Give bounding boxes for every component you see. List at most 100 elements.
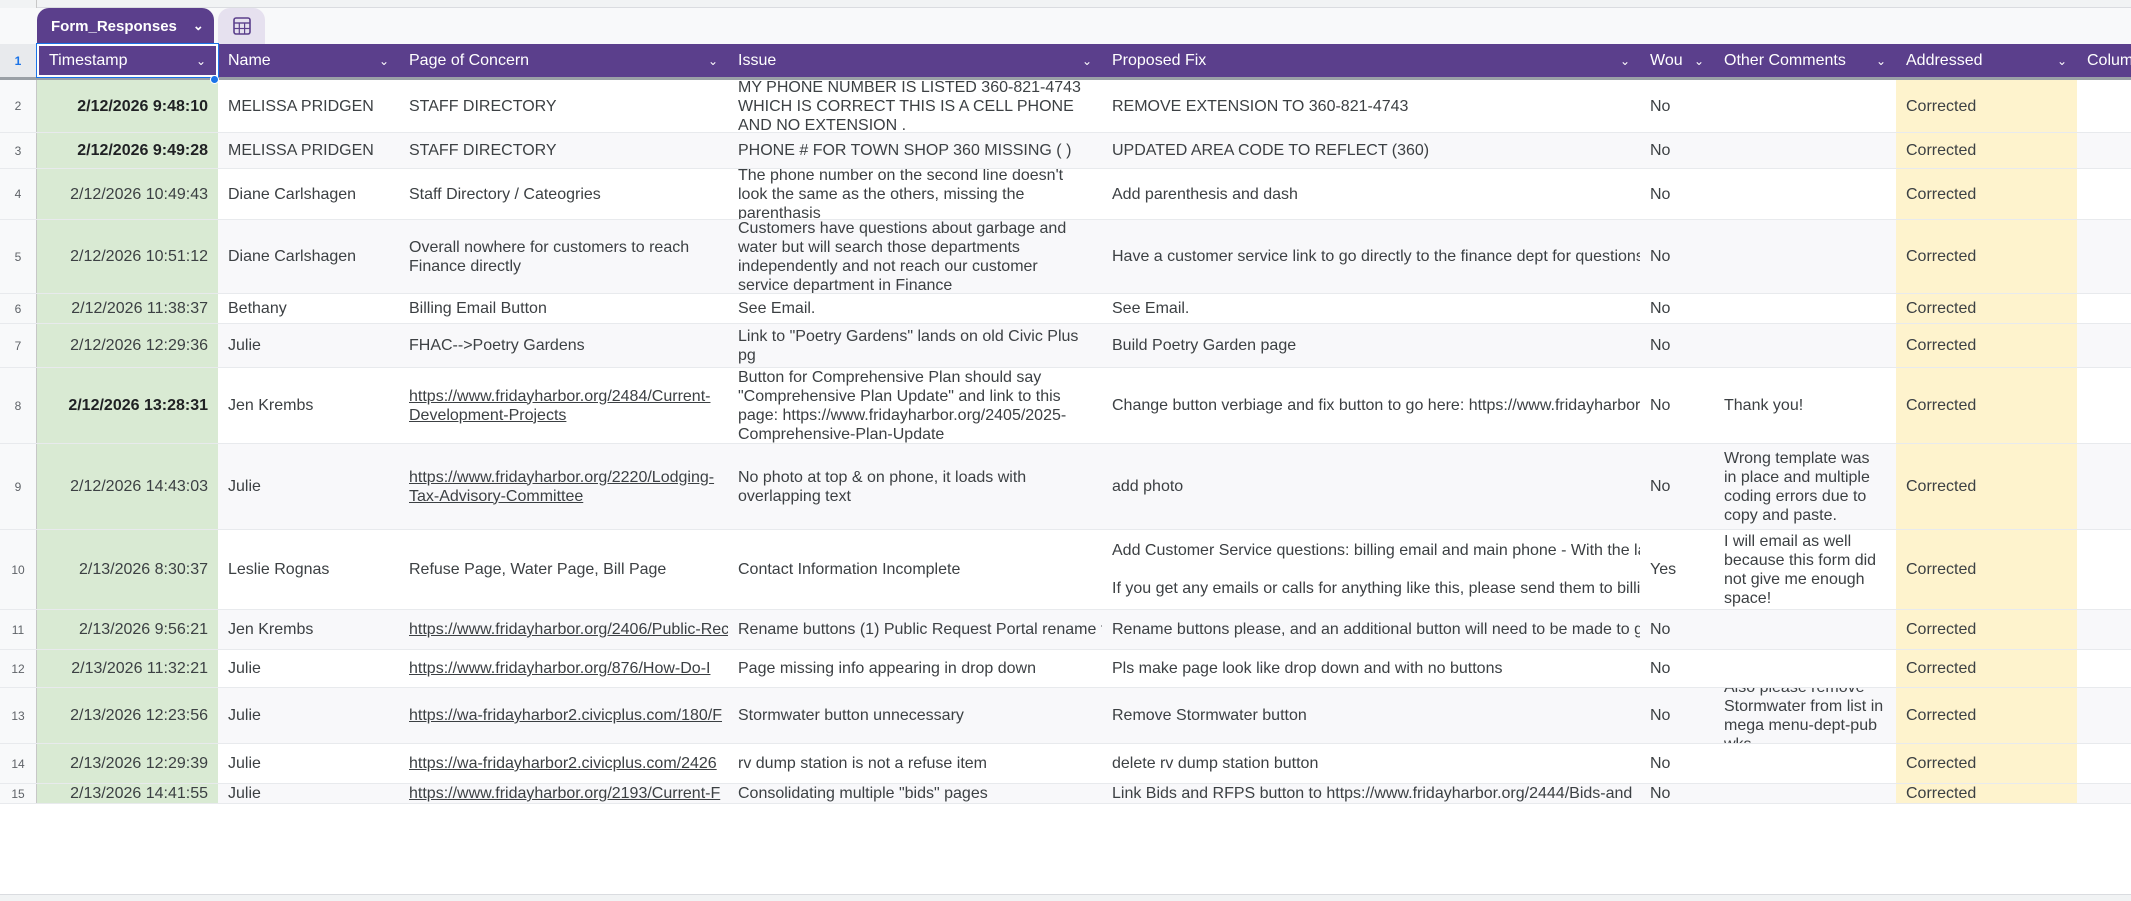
- name-cell[interactable]: Jen Krembs: [218, 610, 399, 649]
- name-cell[interactable]: MELISSA PRIDGEN: [218, 133, 399, 168]
- addressed-cell[interactable]: Corrected: [1896, 169, 2077, 219]
- row-number[interactable]: 8: [0, 368, 37, 443]
- page-of-concern-cell[interactable]: https://www.fridayharbor.org/2220/Lodgin…: [399, 444, 728, 529]
- issue-cell[interactable]: MY PHONE NUMBER IS LISTED 360-821-4743 W…: [728, 80, 1102, 132]
- other-comments-cell[interactable]: [1714, 220, 1896, 293]
- proposed-fix-cell[interactable]: Add parenthesis and dash: [1102, 169, 1640, 219]
- empty-cell[interactable]: [2077, 444, 2131, 529]
- name-cell[interactable]: Leslie Rognas: [218, 530, 399, 609]
- addressed-cell[interactable]: Corrected: [1896, 368, 2077, 443]
- chevron-down-icon[interactable]: ⌄: [708, 54, 718, 68]
- page-of-concern-cell[interactable]: https://wa-fridayharbor2.civicplus.com/2…: [399, 744, 728, 783]
- chevron-down-icon[interactable]: ⌄: [1876, 54, 1886, 68]
- proposed-fix-cell[interactable]: Pls make page look like drop down and wi…: [1102, 650, 1640, 687]
- empty-cell[interactable]: [2077, 324, 2131, 367]
- page-of-concern-cell[interactable]: FHAC-->Poetry Gardens: [399, 324, 728, 367]
- addressed-cell[interactable]: Corrected: [1896, 324, 2077, 367]
- timestamp-cell[interactable]: 2/13/2026 14:41:55: [37, 784, 218, 803]
- would-cell[interactable]: No: [1640, 744, 1714, 783]
- issue-cell[interactable]: Stormwater button unnecessary: [728, 688, 1102, 743]
- would-cell[interactable]: No: [1640, 220, 1714, 293]
- would-cell[interactable]: No: [1640, 133, 1714, 168]
- name-cell[interactable]: Bethany: [218, 294, 399, 323]
- column-header[interactable]: Addressed ⌄: [1896, 44, 2077, 77]
- addressed-cell[interactable]: Corrected: [1896, 744, 2077, 783]
- row-number[interactable]: 5: [0, 220, 37, 293]
- row-number[interactable]: 11: [0, 610, 37, 649]
- timestamp-cell[interactable]: 2/12/2026 13:28:31: [37, 368, 218, 443]
- chevron-down-icon[interactable]: ⌄: [1082, 54, 1092, 68]
- selection-handle[interactable]: [210, 75, 219, 84]
- row-number[interactable]: 9: [0, 444, 37, 529]
- addressed-cell[interactable]: Corrected: [1896, 688, 2077, 743]
- row-number[interactable]: 14: [0, 744, 37, 783]
- other-comments-cell[interactable]: [1714, 133, 1896, 168]
- timestamp-cell[interactable]: 2/12/2026 9:48:10: [37, 80, 218, 132]
- timestamp-cell[interactable]: 2/12/2026 11:38:37: [37, 294, 218, 323]
- empty-cell[interactable]: [2077, 610, 2131, 649]
- page-of-concern-cell[interactable]: Overall nowhere for customers to reach F…: [399, 220, 728, 293]
- timestamp-cell[interactable]: 2/13/2026 8:30:37: [37, 530, 218, 609]
- row-number[interactable]: 15: [0, 784, 37, 803]
- timestamp-cell[interactable]: 2/13/2026 12:23:56: [37, 688, 218, 743]
- other-comments-cell[interactable]: [1714, 80, 1896, 132]
- proposed-fix-cell[interactable]: Change button verbiage and fix button to…: [1102, 368, 1640, 443]
- issue-cell[interactable]: No photo at top & on phone, it loads wit…: [728, 444, 1102, 529]
- proposed-fix-cell[interactable]: See Email.: [1102, 294, 1640, 323]
- other-comments-cell[interactable]: [1714, 784, 1896, 803]
- other-comments-cell[interactable]: Also please remove Stormwater from list …: [1714, 688, 1896, 743]
- column-header[interactable]: Timestamp ⌄: [36, 43, 219, 78]
- page-of-concern-cell[interactable]: STAFF DIRECTORY: [399, 133, 728, 168]
- would-cell[interactable]: No: [1640, 324, 1714, 367]
- addressed-cell[interactable]: Corrected: [1896, 530, 2077, 609]
- addressed-cell[interactable]: Corrected: [1896, 133, 2077, 168]
- issue-cell[interactable]: Link to "Poetry Gardens" lands on old Ci…: [728, 324, 1102, 367]
- issue-cell[interactable]: Consolidating multiple "bids" pages: [728, 784, 1102, 803]
- proposed-fix-cell[interactable]: REMOVE EXTENSION TO 360-821-4743: [1102, 80, 1640, 132]
- chevron-down-icon[interactable]: ⌄: [1620, 54, 1630, 68]
- empty-cell[interactable]: [2077, 744, 2131, 783]
- column-header[interactable]: Wou ⌄: [1640, 44, 1714, 77]
- other-comments-cell[interactable]: [1714, 610, 1896, 649]
- row-number[interactable]: 4: [0, 169, 37, 219]
- addressed-cell[interactable]: Corrected: [1896, 220, 2077, 293]
- would-cell[interactable]: No: [1640, 368, 1714, 443]
- empty-cell[interactable]: [2077, 784, 2131, 803]
- other-comments-cell[interactable]: [1714, 324, 1896, 367]
- would-cell[interactable]: No: [1640, 610, 1714, 649]
- empty-cell[interactable]: [2077, 368, 2131, 443]
- timestamp-cell[interactable]: 2/12/2026 9:49:28: [37, 133, 218, 168]
- name-cell[interactable]: MELISSA PRIDGEN: [218, 80, 399, 132]
- empty-cell[interactable]: [2077, 133, 2131, 168]
- issue-cell[interactable]: Contact Information Incomplete: [728, 530, 1102, 609]
- proposed-fix-cell[interactable]: add photo: [1102, 444, 1640, 529]
- timestamp-cell[interactable]: 2/12/2026 10:49:43: [37, 169, 218, 219]
- issue-cell[interactable]: The phone number on the second line does…: [728, 169, 1102, 219]
- issue-cell[interactable]: See Email.: [728, 294, 1102, 323]
- chevron-down-icon[interactable]: ⌄: [2057, 54, 2067, 68]
- name-cell[interactable]: Julie: [218, 784, 399, 803]
- empty-cell[interactable]: [2077, 650, 2131, 687]
- proposed-fix-cell[interactable]: UPDATED AREA CODE TO REFLECT (360): [1102, 133, 1640, 168]
- chevron-down-icon[interactable]: ⌄: [379, 54, 389, 68]
- other-comments-cell[interactable]: [1714, 650, 1896, 687]
- link[interactable]: https://www.fridayharbor.org/2484/Curren…: [409, 387, 718, 425]
- other-comments-cell[interactable]: [1714, 294, 1896, 323]
- calculator-button[interactable]: [218, 8, 265, 44]
- row-number[interactable]: 1: [0, 44, 37, 77]
- would-cell[interactable]: No: [1640, 80, 1714, 132]
- addressed-cell[interactable]: Corrected: [1896, 444, 2077, 529]
- link[interactable]: https://wa-fridayharbor2.civicplus.com/1…: [409, 706, 722, 725]
- row-number[interactable]: 6: [0, 294, 37, 323]
- addressed-cell[interactable]: Corrected: [1896, 650, 2077, 687]
- column-header[interactable]: Page of Concern ⌄: [399, 44, 728, 77]
- page-of-concern-cell[interactable]: https://www.fridayharbor.org/2193/Curren…: [399, 784, 728, 803]
- proposed-fix-cell[interactable]: Build Poetry Garden page: [1102, 324, 1640, 367]
- page-of-concern-cell[interactable]: STAFF DIRECTORY: [399, 80, 728, 132]
- would-cell[interactable]: No: [1640, 650, 1714, 687]
- would-cell[interactable]: Yes: [1640, 530, 1714, 609]
- row-number[interactable]: 10: [0, 530, 37, 609]
- page-of-concern-cell[interactable]: https://wa-fridayharbor2.civicplus.com/1…: [399, 688, 728, 743]
- column-header[interactable]: Other Comments ⌄: [1714, 44, 1896, 77]
- addressed-cell[interactable]: Corrected: [1896, 784, 2077, 803]
